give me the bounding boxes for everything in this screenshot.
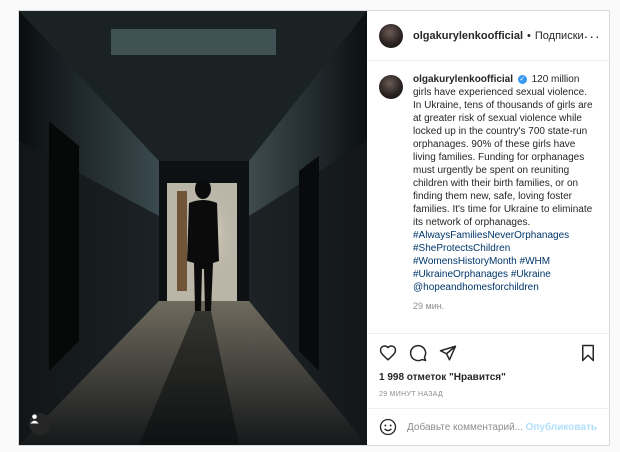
- publish-button[interactable]: Опубликовать: [526, 422, 597, 433]
- user-tag-icon[interactable]: [29, 413, 51, 435]
- heart-icon[interactable]: [379, 344, 397, 362]
- caption: olgakurylenkoofficial ✓ 120 million girl…: [379, 73, 597, 313]
- action-icons: [379, 342, 597, 364]
- corridor-photo: [19, 11, 367, 445]
- caption-username[interactable]: olgakurylenkoofficial: [413, 74, 513, 85]
- hashtag-link[interactable]: #AlwaysFamiliesNeverOrphanages: [413, 229, 597, 242]
- caption-time: 29 мин.: [413, 301, 445, 311]
- header-username[interactable]: olgakurylenkoofficial: [413, 30, 523, 42]
- caption-body: 120 million girls have experienced sexua…: [413, 74, 593, 228]
- post-timestamp[interactable]: 29 минут назад: [379, 391, 597, 398]
- post-photo[interactable]: [19, 11, 367, 445]
- mention-link[interactable]: @hopeandhomesforchildren: [413, 281, 597, 294]
- caption-text: olgakurylenkoofficial ✓ 120 million girl…: [413, 73, 597, 313]
- post-actions: 1 998 отметок "Нравится" 29 минут назад: [367, 333, 609, 408]
- comments-area: olgakurylenkoofficial ✓ 120 million girl…: [367, 61, 609, 333]
- comment-icon[interactable]: [409, 344, 427, 362]
- hashtag-link[interactable]: #SheProtectsChildren: [413, 242, 597, 255]
- separator-dot: •: [527, 29, 531, 42]
- following-button[interactable]: Подписки: [535, 30, 584, 42]
- bookmark-icon[interactable]: [579, 344, 597, 362]
- post-dialog: olgakurylenkoofficial • Подписки ··· olg…: [18, 10, 610, 446]
- hashtag-link[interactable]: #WomensHistoryMonth #WHM: [413, 255, 597, 268]
- more-options-icon[interactable]: ···: [584, 28, 601, 44]
- hashtag-link[interactable]: #UkraineOrphanages #Ukraine: [413, 268, 597, 281]
- post-header: olgakurylenkoofficial • Подписки ···: [367, 11, 609, 61]
- caption-avatar[interactable]: [379, 75, 403, 99]
- emoji-icon[interactable]: [379, 418, 397, 436]
- share-icon[interactable]: [439, 344, 457, 362]
- avatar[interactable]: [379, 23, 403, 48]
- verified-badge-icon: ✓: [517, 75, 527, 84]
- likes-count[interactable]: 1 998 отметок "Нравится": [379, 372, 597, 383]
- post-sidebar: olgakurylenkoofficial • Подписки ··· olg…: [367, 11, 609, 445]
- add-comment-bar: Опубликовать: [367, 408, 609, 445]
- comment-input[interactable]: [405, 420, 526, 434]
